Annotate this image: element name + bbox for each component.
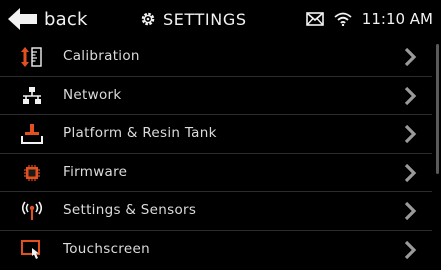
status-area: 11:10 AM (305, 8, 433, 30)
touchscreen-icon (20, 239, 44, 261)
menu-item-label: Platform & Resin Tank (63, 125, 217, 142)
chevron-right-icon (404, 240, 417, 260)
firmware-chip-icon (20, 162, 44, 184)
mail-icon[interactable] (305, 12, 324, 26)
chevron-right-icon (404, 47, 417, 67)
scrollbar[interactable] (436, 44, 439, 174)
back-button[interactable]: back (8, 6, 88, 32)
page-title-text: SETTINGS (163, 9, 247, 29)
menu-item-label: Network (63, 86, 122, 103)
chevron-right-icon (404, 202, 417, 221)
settings-menu: Calibration Network Platform & Resin Tan… (0, 38, 432, 270)
menu-item-touchscreen[interactable]: Touchscreen (0, 231, 432, 270)
menu-item-label: Settings & Sensors (63, 202, 197, 219)
back-arrow-icon (8, 8, 37, 30)
menu-item-network[interactable]: Network (0, 77, 432, 116)
menu-item-settings-sensors[interactable]: Settings & Sensors (0, 192, 432, 231)
chevron-right-icon (404, 163, 417, 182)
sensor-signal-icon (20, 200, 44, 222)
platform-icon (20, 123, 44, 145)
gear-icon (141, 12, 155, 26)
menu-item-calibration[interactable]: Calibration (0, 38, 432, 77)
header-bar: back SETTINGS 11:10 AM (0, 0, 441, 38)
menu-item-platform-resin-tank[interactable]: Platform & Resin Tank (0, 115, 432, 154)
menu-item-label: Firmware (63, 163, 128, 180)
menu-item-label: Touchscreen (63, 240, 150, 257)
calibration-icon (20, 46, 44, 68)
chevron-right-icon (404, 86, 417, 105)
wifi-icon[interactable] (334, 12, 352, 26)
chevron-right-icon (404, 125, 417, 144)
back-label: back (44, 8, 88, 30)
clock: 11:10 AM (361, 10, 433, 28)
settings-screen: back SETTINGS 11:10 AM Calibration Netwo… (0, 0, 441, 267)
menu-item-firmware[interactable]: Firmware (0, 154, 432, 193)
menu-item-label: Calibration (63, 48, 140, 64)
page-title: SETTINGS (140, 7, 247, 31)
network-icon (20, 85, 44, 107)
